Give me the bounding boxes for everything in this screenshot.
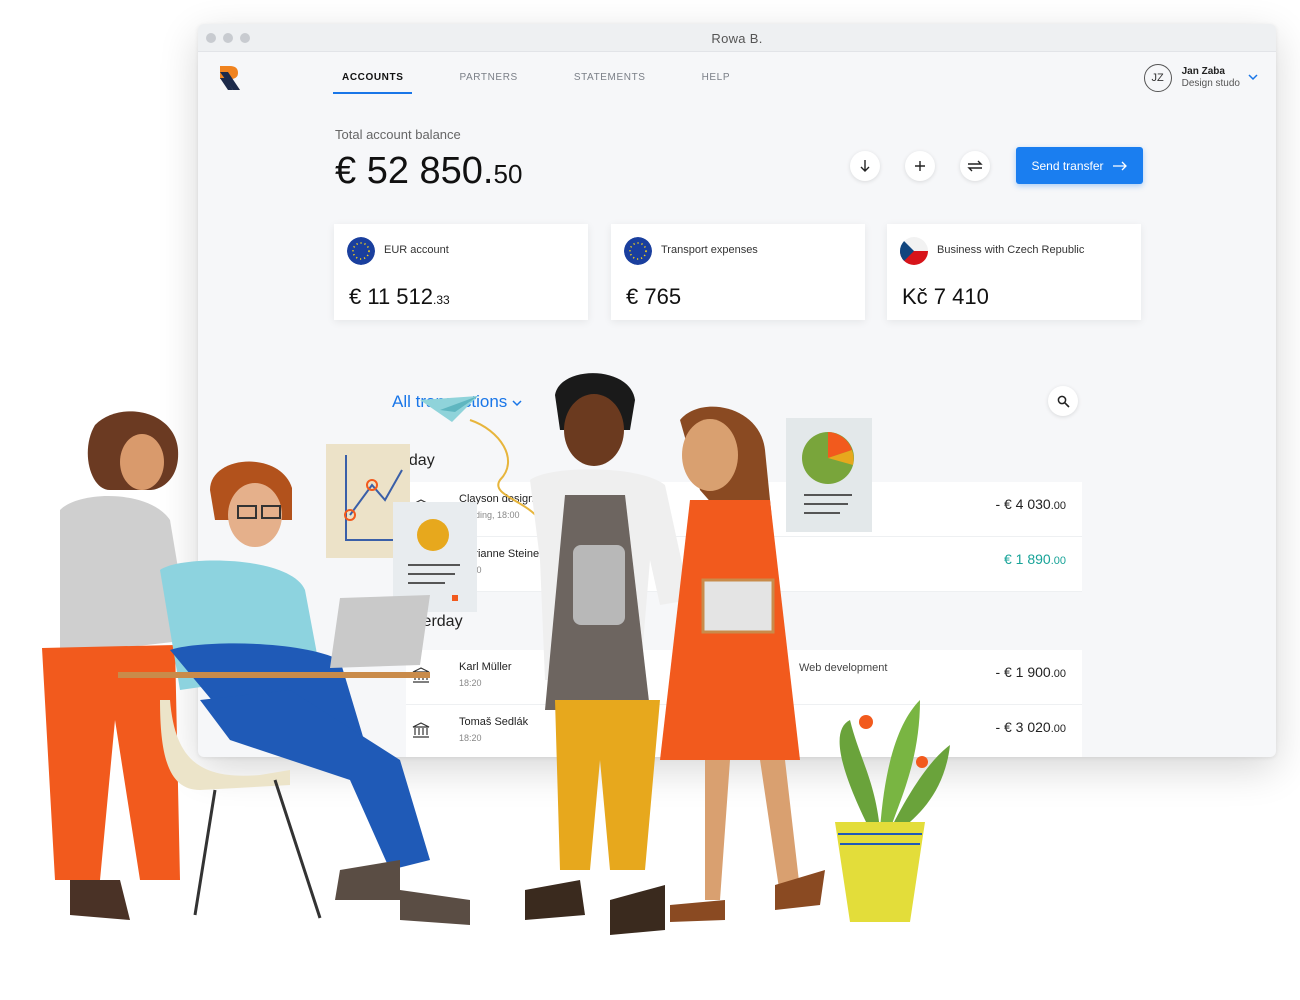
transaction-name: Karl Müller [459,661,512,673]
nav-statements[interactable]: STATEMENTS [565,72,655,94]
window-title: Rowa B. [711,31,763,46]
account-amount-cents: .33 [433,293,450,307]
eu-flag-icon [347,237,375,265]
bank-icon [412,554,430,570]
send-transfer-label: Send transfer [1031,158,1104,173]
user-company: Design studo [1181,78,1240,89]
transaction-amount: - € 4 030.00 [995,496,1066,512]
title-bar: Rowa B. [198,24,1276,52]
transaction-amount-main: - € 4 030 [995,496,1051,512]
main-nav: ACCOUNTS PARTNERS STATEMENTS HELP [333,72,777,94]
account-amount-main: € 765 [626,284,682,309]
transaction-time: 18:00 [459,565,482,575]
transaction-name: Clayson design [459,493,535,505]
account-card-eur[interactable]: EUR account € 11 512.33 [334,224,588,320]
chevron-down-icon [512,400,522,407]
account-amount-main: Kč 7 410 [902,284,989,309]
account-name: EUR account [384,244,449,256]
brand-logo-icon[interactable] [218,64,242,92]
balance-main: € 52 850. [335,150,494,192]
add-button[interactable] [905,151,935,181]
transaction-amount-cents: .00 [1050,555,1066,567]
arrow-right-icon [1112,158,1128,174]
transaction-name: Tomaš Sedlák [459,716,529,728]
exchange-icon [967,160,983,172]
transaction-name: Marianne Steiner [459,548,543,560]
account-name: Business with Czech Republic [937,244,1085,256]
transaction-amount-cents: .00 [1050,500,1066,512]
balance-value: € 52 850.50 [335,150,522,193]
account-amount: Kč 7 410 [902,284,989,310]
send-transfer-button[interactable]: Send transfer [1016,147,1143,184]
eu-flag-icon [624,237,652,265]
transaction-amount-main: - € 3 020 [995,719,1051,735]
transaction-amount-cents: .00 [1050,668,1066,680]
czech-flag-icon [900,237,928,265]
download-button[interactable] [850,151,880,181]
balance-cents: 50 [493,159,523,189]
bank-icon [412,722,430,738]
day-label-today: Today [392,452,435,469]
user-menu[interactable]: JZ Jan Zaba Design studo [1143,64,1258,92]
transaction-row[interactable]: Marianne Steiner 18:00 € 1 890.00 [406,537,1082,592]
user-name: Jan Zaba [1181,66,1225,77]
search-icon [1057,395,1070,408]
plus-icon [915,161,925,171]
nav-accounts[interactable]: ACCOUNTS [333,72,413,94]
transaction-amount: - € 3 020.00 [995,719,1066,735]
nav-partners[interactable]: PARTNERS [450,72,526,94]
woman-standing-left [42,411,190,920]
bank-icon [412,499,430,515]
day-label-yesterday: Yesterday [392,613,463,630]
transaction-time: 18:20 [459,733,482,743]
transaction-note: Web development [799,662,888,674]
avatar[interactable]: JZ [1143,64,1172,92]
account-name: Transport expenses [661,244,758,256]
account-card-czech[interactable]: Business with Czech Republic Kč 7 410 [887,224,1141,320]
nav-help[interactable]: HELP [693,72,740,94]
transaction-time: 18:20 [459,678,482,688]
transaction-row[interactable]: Clayson design Pending, 18:00 - € 4 030.… [406,482,1082,537]
app-window: Rowa B. ACCOUNTS PARTNERS STATEMENTS HEL… [198,24,1276,757]
transaction-row[interactable]: Tomaš Sedlák 18:20 - € 3 020.00 [406,705,1082,757]
transaction-amount-cents: .00 [1050,723,1066,735]
transaction-amount-main: - € 1 900 [995,664,1051,680]
bank-icon [412,667,430,683]
user-info: Jan Zaba Design studo [1182,66,1240,90]
account-card-transport[interactable]: Transport expenses € 765 [611,224,865,320]
chevron-down-icon[interactable] [1248,73,1258,84]
exchange-button[interactable] [960,151,990,181]
transaction-amount: € 1 890.00 [1004,551,1066,567]
transactions-filter-label: All transactions [392,392,508,411]
transaction-time: Pending, 18:00 [459,510,520,520]
search-button[interactable] [1048,386,1078,416]
account-amount: € 11 512.33 [349,284,450,310]
transaction-row[interactable]: Karl Müller 18:20 Web development - € 1 … [406,650,1082,705]
transactions-filter[interactable]: All transactions [392,392,522,412]
account-amount-main: € 11 512 [349,284,434,309]
balance-label: Total account balance [335,127,461,142]
transaction-amount-main: € 1 890 [1003,551,1051,567]
transaction-amount: - € 1 900.00 [995,664,1066,680]
arrow-down-icon [860,160,870,172]
account-amount: € 765 [626,284,681,310]
